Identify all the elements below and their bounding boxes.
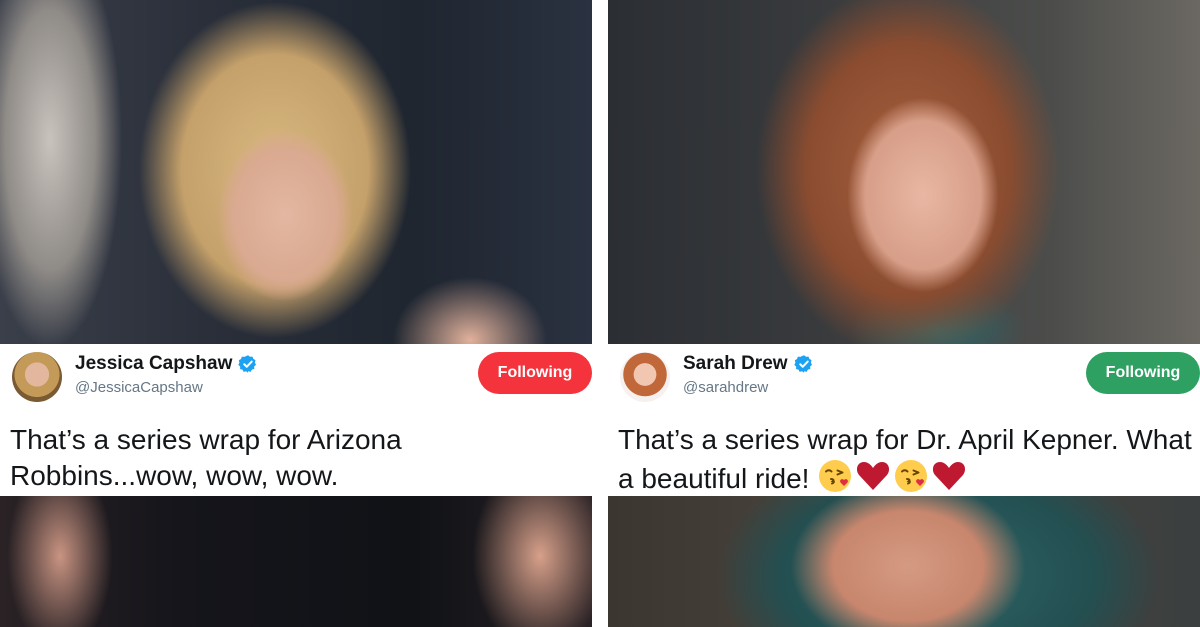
tv-still-photo-top xyxy=(0,0,592,344)
following-button[interactable]: Following xyxy=(1086,352,1200,394)
red-heart-icon xyxy=(857,462,890,490)
tv-still-photo-bottom xyxy=(608,496,1200,627)
name-row: Sarah Drew xyxy=(683,351,814,377)
tweet-card: Jessica Capshaw @JessicaCapshaw Followin… xyxy=(0,344,592,496)
face-blowing-kiss-icon xyxy=(819,460,852,492)
tweet-text: That’s a series wrap for Dr. April Kepne… xyxy=(618,422,1193,497)
verified-badge-icon xyxy=(793,355,812,373)
tv-still-photo-top xyxy=(608,0,1200,344)
tweet-panel-sarah: Sarah Drew @sarahdrew Following That’s a… xyxy=(608,0,1200,627)
avatar[interactable] xyxy=(620,352,670,402)
avatar[interactable] xyxy=(12,352,62,402)
tweet-panel-jessica: Jessica Capshaw @JessicaCapshaw Followin… xyxy=(0,0,592,627)
tv-still-photo-bottom xyxy=(0,496,592,627)
red-heart-icon xyxy=(933,462,966,490)
display-name[interactable]: Jessica Capshaw xyxy=(75,353,232,375)
verified-badge-icon xyxy=(238,355,257,373)
handle[interactable]: @JessicaCapshaw xyxy=(75,379,203,396)
name-row: Jessica Capshaw xyxy=(75,351,258,377)
tweet-card: Sarah Drew @sarahdrew Following That’s a… xyxy=(608,344,1200,496)
following-button[interactable]: Following xyxy=(478,352,592,394)
emoji-row xyxy=(817,460,969,494)
face-blowing-kiss-icon xyxy=(895,460,928,492)
tweet-text: That’s a series wrap for Arizona Robbins… xyxy=(10,424,402,491)
display-name[interactable]: Sarah Drew xyxy=(683,353,788,375)
handle[interactable]: @sarahdrew xyxy=(683,379,768,396)
